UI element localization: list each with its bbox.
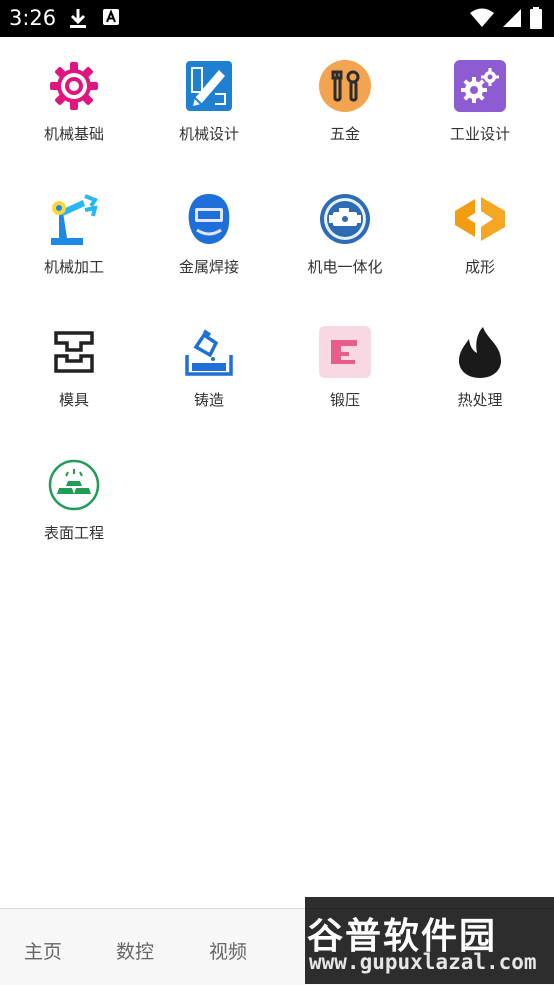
category-label: 机械设计 [178, 125, 239, 143]
category-tile-forming[interactable]: 成形 [412, 170, 548, 280]
forging-press-icon [318, 325, 372, 379]
category-label: 机电一体化 [307, 258, 383, 276]
category-tile-mechanical-design[interactable]: 机械设计 [141, 37, 277, 147]
nav-cnc[interactable]: 数控 [116, 937, 154, 964]
robot-arm-icon [47, 192, 101, 246]
category-tile-surface-engineering[interactable]: 表面工程 [6, 436, 142, 546]
font-app-icon [102, 7, 120, 33]
nav-video[interactable]: 视频 [209, 937, 247, 964]
gold-bars-icon [47, 458, 101, 512]
category-tile-mechatronics[interactable]: 机电一体化 [277, 170, 413, 280]
status-bar: 3:26 [0, 0, 554, 37]
category-label: 锻压 [329, 391, 360, 409]
gears-icon [453, 59, 507, 113]
mold-icon [47, 325, 101, 379]
category-label: 机械基础 [43, 125, 104, 143]
casting-icon [182, 325, 236, 379]
category-tile-casting[interactable]: 铸造 [141, 303, 277, 413]
watermark-overlay: 谷普软件园 www.gupuxlazal.com [305, 897, 554, 984]
category-label: 工业设计 [449, 125, 510, 143]
category-tile-metal-welding[interactable]: 金属焊接 [141, 170, 277, 280]
watermark-url: www.gupuxlazal.com [309, 950, 537, 974]
wifi-icon [470, 8, 494, 32]
welding-mask-icon [182, 192, 236, 246]
battery-icon [530, 7, 542, 33]
category-tile-mechanical-basics[interactable]: 机械基础 [6, 37, 142, 147]
engine-icon [318, 192, 372, 246]
download-icon [68, 7, 88, 33]
category-label: 五金 [329, 125, 360, 143]
category-tile-forging[interactable]: 锻压 [277, 303, 413, 413]
category-tile-industrial-design[interactable]: 工业设计 [412, 37, 548, 147]
signal-icon [502, 8, 522, 32]
category-label: 热处理 [457, 391, 503, 409]
design-pencil-icon [182, 59, 236, 113]
wrench-icon [318, 59, 372, 113]
gear-icon [47, 59, 101, 113]
flame-icon [453, 325, 507, 379]
nav-home[interactable]: 主页 [24, 937, 62, 964]
status-time: 3:26 [9, 6, 57, 30]
category-tile-mold[interactable]: 模具 [6, 303, 142, 413]
category-label: 铸造 [193, 391, 224, 409]
category-tile-machining[interactable]: 机械加工 [6, 170, 142, 280]
category-tile-hardware[interactable]: 五金 [277, 37, 413, 147]
forming-icon [453, 192, 507, 246]
category-grid: 机械基础 机械设计 五金 工业设计 机械加工 金属焊接 机电一体化 成形 模具 … [0, 37, 554, 907]
category-label: 表面工程 [43, 524, 104, 542]
category-label: 机械加工 [43, 258, 104, 276]
category-label: 模具 [58, 391, 89, 409]
category-tile-heat-treatment[interactable]: 热处理 [412, 303, 548, 413]
category-label: 成形 [464, 258, 495, 276]
category-label: 金属焊接 [178, 258, 239, 276]
